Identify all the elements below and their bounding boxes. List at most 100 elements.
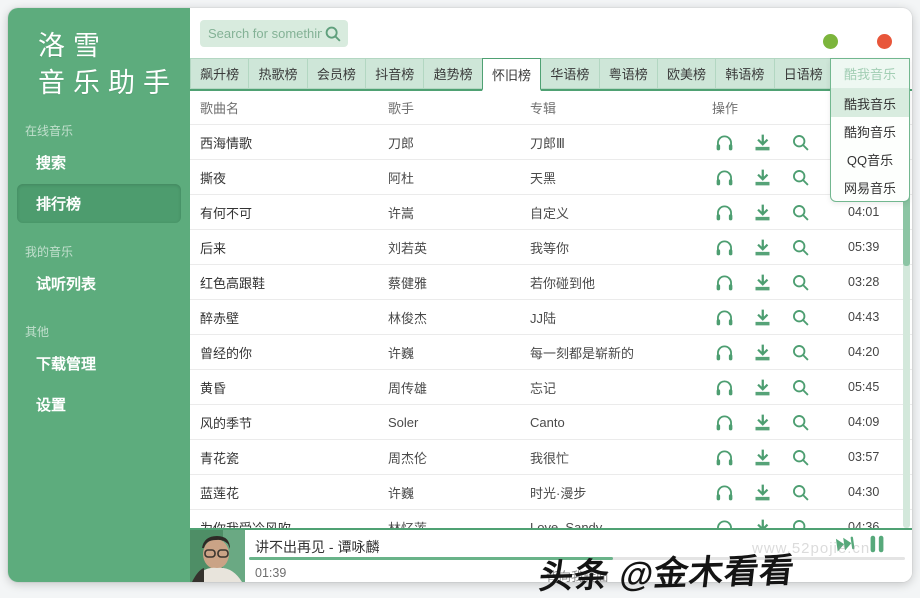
ranking-tabbar: 飙升榜热歌榜会员榜抖音榜趋势榜怀旧榜华语榜粤语榜欧美榜韩语榜日语榜: [190, 58, 912, 91]
table-row[interactable]: 风的季节SolerCanto04:09: [190, 405, 912, 440]
song-album: 刀郎Ⅲ: [530, 133, 712, 152]
table-body: 西海情歌刀郎刀郎Ⅲ撕夜阿杜天黑有何不可许嵩自定义04:01后来刘若英我等你05:…: [190, 125, 912, 528]
search-input[interactable]: [200, 26, 322, 41]
download-icon[interactable]: [752, 167, 773, 188]
download-icon[interactable]: [752, 202, 773, 223]
song-duration: 04:36: [840, 520, 912, 528]
listen-icon[interactable]: [714, 342, 735, 363]
main-area: 飙升榜热歌榜会员榜抖音榜趋势榜怀旧榜华语榜粤语榜欧美榜韩语榜日语榜 歌曲名歌手专…: [190, 8, 912, 582]
search-song-icon[interactable]: [790, 447, 811, 468]
search-song-icon[interactable]: [790, 377, 811, 398]
sidebar-item-playlist[interactable]: 试听列表: [17, 264, 181, 303]
search-song-icon[interactable]: [790, 482, 811, 503]
table-header: 歌曲名歌手专辑操作: [190, 91, 912, 125]
minimize-dot[interactable]: [823, 34, 838, 49]
listen-icon[interactable]: [714, 167, 735, 188]
tab[interactable]: 欧美榜: [657, 58, 716, 89]
listen-icon[interactable]: [714, 447, 735, 468]
tab[interactable]: 抖音榜: [365, 58, 424, 89]
download-icon[interactable]: [752, 342, 773, 363]
sidebar-item-search[interactable]: 搜索: [17, 143, 181, 182]
search-song-icon[interactable]: [790, 307, 811, 328]
table-row[interactable]: 醉赤壁林俊杰JJ陆04:43: [190, 300, 912, 335]
search-song-icon[interactable]: [790, 132, 811, 153]
download-icon[interactable]: [752, 377, 773, 398]
row-actions: [712, 132, 840, 153]
table-row[interactable]: 青花瓷周杰伦我很忙03:57: [190, 440, 912, 475]
tab[interactable]: 日语榜: [774, 58, 833, 89]
app-window: 洛雪 音乐助手 在线音乐搜索排行榜我的音乐试听列表其他下载管理设置 飙升榜热歌榜…: [8, 8, 912, 582]
tab[interactable]: 趋势榜: [423, 58, 482, 89]
source-option[interactable]: 酷我音乐: [831, 89, 909, 117]
listen-icon[interactable]: [714, 377, 735, 398]
search-song-icon[interactable]: [790, 517, 811, 529]
song-duration: 04:01: [840, 205, 912, 219]
song-album: 天黑: [530, 168, 712, 187]
download-icon[interactable]: [752, 132, 773, 153]
tab[interactable]: 飙升榜: [190, 58, 249, 89]
search-song-icon[interactable]: [790, 272, 811, 293]
row-actions: [712, 412, 840, 433]
source-option[interactable]: 网易音乐: [831, 173, 909, 201]
song-duration: 05:45: [840, 380, 912, 394]
table-row[interactable]: 蓝莲花许巍时光·漫步04:30: [190, 475, 912, 510]
column-header: 操作: [712, 98, 840, 117]
row-actions: [712, 237, 840, 258]
row-actions: [712, 377, 840, 398]
listen-icon[interactable]: [714, 202, 735, 223]
listen-icon[interactable]: [714, 272, 735, 293]
sidebar-item-download[interactable]: 下载管理: [17, 344, 181, 383]
listen-icon[interactable]: [714, 237, 735, 258]
song-artist: 许嵩: [388, 203, 530, 222]
table-row[interactable]: 有何不可许嵩自定义04:01: [190, 195, 912, 230]
search-song-icon[interactable]: [790, 237, 811, 258]
table-row[interactable]: 黄昏周传雄忘记05:45: [190, 370, 912, 405]
music-source-dropdown: 酷我音乐 酷我音乐酷狗音乐QQ音乐网易音乐: [830, 58, 910, 202]
listen-icon[interactable]: [714, 132, 735, 153]
tab[interactable]: 怀旧榜: [482, 58, 541, 91]
tab[interactable]: 华语榜: [540, 58, 599, 89]
table-row[interactable]: 撕夜阿杜天黑: [190, 160, 912, 195]
search-song-icon[interactable]: [790, 342, 811, 363]
column-header: 歌手: [388, 98, 530, 117]
source-option[interactable]: 酷狗音乐: [831, 117, 909, 145]
search-song-icon[interactable]: [790, 412, 811, 433]
tab[interactable]: 韩语榜: [715, 58, 774, 89]
song-artist: 林忆莲: [388, 518, 530, 529]
table-row[interactable]: 西海情歌刀郎刀郎Ⅲ: [190, 125, 912, 160]
search-song-icon[interactable]: [790, 167, 811, 188]
tab[interactable]: 热歌榜: [248, 58, 307, 89]
listen-icon[interactable]: [714, 517, 735, 529]
table-row[interactable]: 后来刘若英我等你05:39: [190, 230, 912, 265]
song-name: 蓝莲花: [200, 483, 388, 502]
sidebar-item-ranking[interactable]: 排行榜: [17, 184, 181, 223]
column-header: 歌曲名: [200, 98, 388, 117]
table-row[interactable]: 为你我受冷风吹林忆莲Love, Sandy04:36: [190, 510, 912, 528]
song-artist: 周杰伦: [388, 448, 530, 467]
download-icon[interactable]: [752, 482, 773, 503]
listen-icon[interactable]: [714, 307, 735, 328]
download-icon[interactable]: [752, 307, 773, 328]
close-dot[interactable]: [877, 34, 892, 49]
table-row[interactable]: 红色高跟鞋蔡健雅若你碰到他03:28: [190, 265, 912, 300]
tab[interactable]: 会员榜: [307, 58, 366, 89]
download-icon[interactable]: [752, 272, 773, 293]
search-song-icon[interactable]: [790, 202, 811, 223]
download-icon[interactable]: [752, 517, 773, 529]
table-row[interactable]: 曾经的你许巍每一刻都是崭新的04:20: [190, 335, 912, 370]
sidebar-item-settings[interactable]: 设置: [17, 385, 181, 424]
app-logo: 洛雪 音乐助手: [8, 8, 190, 102]
row-actions: [712, 202, 840, 223]
tab[interactable]: 粤语榜: [599, 58, 658, 89]
search-icon[interactable]: [322, 23, 344, 45]
source-option[interactable]: QQ音乐: [831, 145, 909, 173]
download-icon[interactable]: [752, 237, 773, 258]
song-artist: 林俊杰: [388, 308, 530, 327]
listen-icon[interactable]: [714, 412, 735, 433]
song-artist: 刘若英: [388, 238, 530, 257]
music-source-trigger[interactable]: 酷我音乐: [831, 59, 909, 89]
listen-icon[interactable]: [714, 482, 735, 503]
download-icon[interactable]: [752, 412, 773, 433]
download-icon[interactable]: [752, 447, 773, 468]
song-artist: 周传雄: [388, 378, 530, 397]
